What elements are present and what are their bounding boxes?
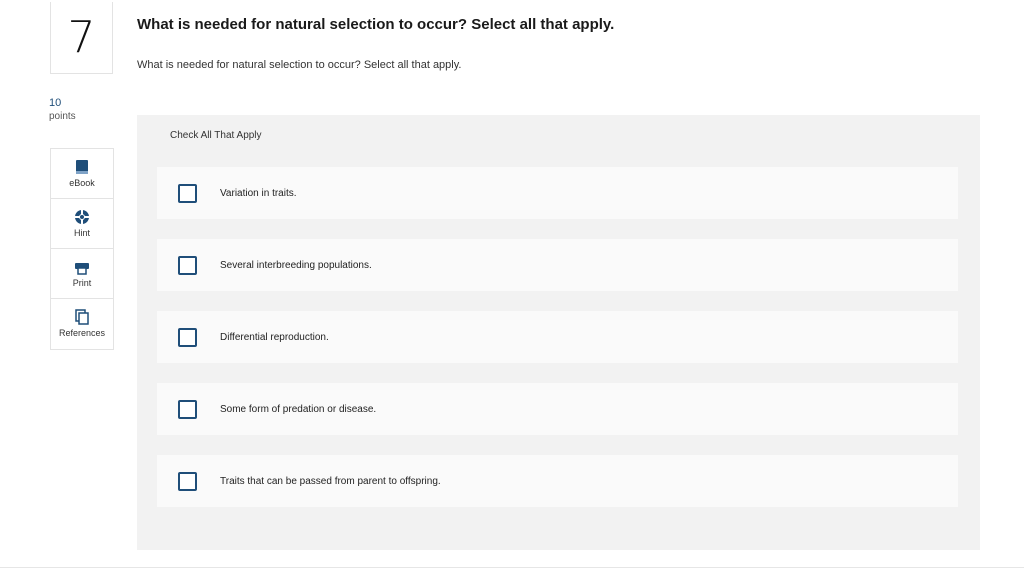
- option-label: Some form of predation or disease.: [220, 403, 377, 415]
- option-row[interactable]: Traits that can be passed from parent to…: [157, 455, 958, 507]
- tools-panel: eBook Hint Print References: [50, 148, 114, 350]
- points-value: 10: [49, 97, 62, 109]
- checkbox[interactable]: [178, 327, 197, 347]
- hint-button[interactable]: Hint: [51, 199, 113, 249]
- option-label: Traits that can be passed from parent to…: [220, 475, 441, 487]
- option-row[interactable]: Variation in traits.: [157, 167, 958, 219]
- option-row[interactable]: Several interbreeding populations.: [157, 239, 958, 291]
- option-row[interactable]: Some form of predation or disease.: [157, 383, 958, 435]
- hint-label: Hint: [73, 228, 90, 238]
- checkbox[interactable]: [178, 183, 197, 203]
- printer-icon: [73, 258, 91, 276]
- points-display: 10 points: [49, 97, 76, 123]
- option-label: Several interbreeding populations.: [220, 259, 372, 271]
- ebook-label: eBook: [69, 178, 95, 188]
- print-label: Print: [72, 278, 92, 288]
- option-row[interactable]: Differential reproduction.: [157, 311, 958, 363]
- checkbox[interactable]: [178, 399, 197, 419]
- option-label: Differential reproduction.: [220, 331, 329, 343]
- question-number: 7: [50, 2, 113, 74]
- ebook-button[interactable]: eBook: [51, 149, 113, 199]
- references-button[interactable]: References: [51, 299, 113, 349]
- lifebuoy-icon: [73, 208, 91, 226]
- answer-panel: Check All That Apply Variation in traits…: [137, 115, 980, 550]
- option-label: Variation in traits.: [220, 187, 297, 199]
- book-icon: [73, 158, 91, 176]
- question-title: What is needed for natural selection to …: [137, 16, 615, 33]
- panel-header: Check All That Apply: [170, 129, 262, 141]
- question-text: What is needed for natural selection to …: [137, 59, 462, 71]
- print-button[interactable]: Print: [51, 249, 113, 299]
- checkbox[interactable]: [178, 255, 197, 275]
- references-label: References: [58, 328, 106, 338]
- checkbox[interactable]: [178, 471, 197, 491]
- divider: [0, 567, 1024, 568]
- copy-icon: [73, 308, 91, 326]
- points-label: points: [49, 111, 76, 122]
- options-list: Variation in traits. Several interbreedi…: [157, 167, 958, 527]
